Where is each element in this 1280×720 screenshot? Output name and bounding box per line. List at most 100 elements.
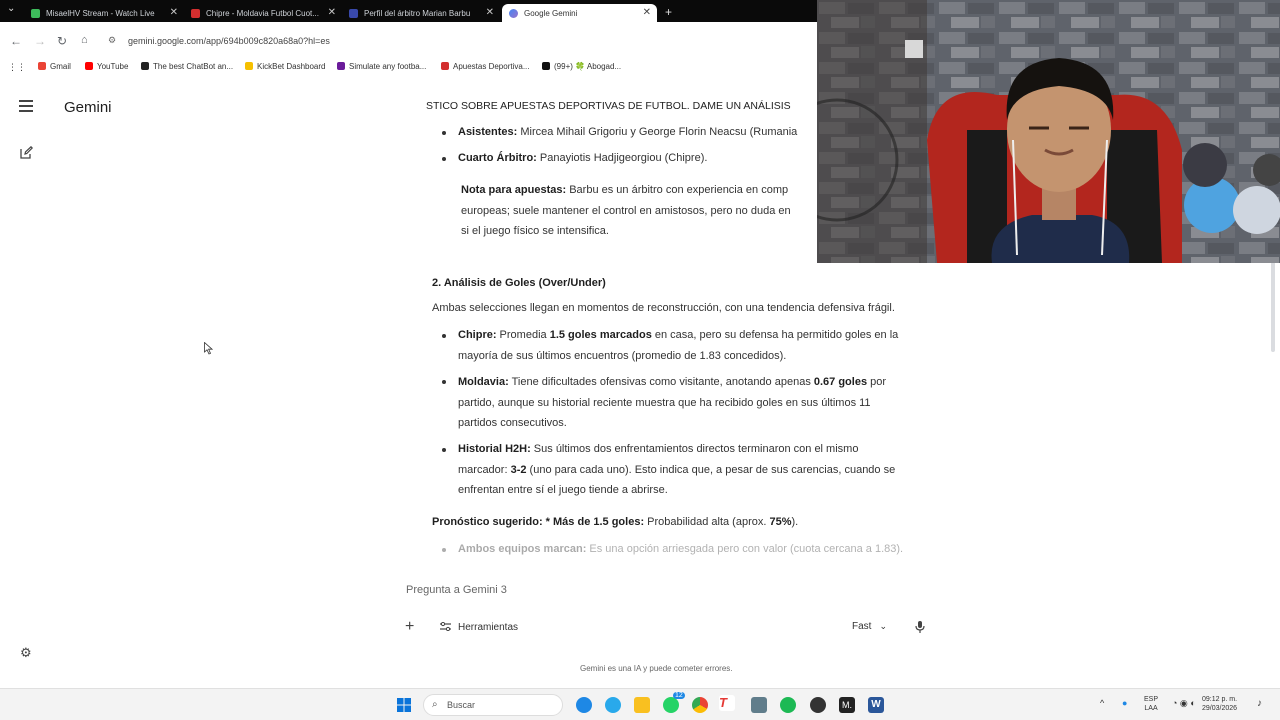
mouse-pointer-icon bbox=[204, 341, 214, 360]
bookmark-youtube[interactable]: YouTube bbox=[85, 62, 128, 71]
betting-note: Nota para apuestas: Barbu es un árbitro … bbox=[461, 180, 791, 242]
tab-misaelhv-stream[interactable]: MisaelHV Stream - Watch Live ✕ bbox=[24, 4, 184, 22]
tools-label: Herramientas bbox=[458, 622, 519, 633]
os-taskbar: ⌕ Buscar 12 T M. W ^ ● ESP LAA ◔ ◉ ◐ 09:… bbox=[0, 688, 1280, 720]
word-icon[interactable]: W bbox=[868, 697, 884, 713]
chatbot-icon bbox=[141, 62, 149, 70]
tray-clock[interactable]: 09:12 p. m. 29/03/2026 bbox=[1202, 695, 1237, 713]
section-heading: 2. Análisis de Goles (Over/Under) bbox=[432, 277, 606, 289]
page-scrollbar[interactable] bbox=[1271, 262, 1275, 352]
keyboard-language[interactable]: ESP LAA bbox=[1144, 695, 1158, 713]
spotify-icon[interactable] bbox=[780, 697, 796, 713]
typora-icon[interactable]: T bbox=[719, 695, 735, 711]
back-arrow-icon[interactable]: ← bbox=[10, 34, 22, 48]
main-menu-icon[interactable] bbox=[19, 100, 33, 115]
app-m-icon[interactable]: M. bbox=[839, 697, 855, 713]
close-tab-icon[interactable]: ✕ bbox=[486, 7, 494, 18]
tab-perfil-arbitro[interactable]: Perfil del árbitro Marian Barbu ✕ bbox=[342, 4, 500, 22]
bookmark-abogado[interactable]: (99+) 🍀 Abogad... bbox=[542, 62, 621, 71]
bookmark-label: The best ChatBot an... bbox=[153, 62, 234, 71]
list-label: Historial H2H: bbox=[458, 443, 531, 455]
edge-icon[interactable] bbox=[576, 697, 592, 713]
notifications-bell-icon[interactable]: ♪ bbox=[1257, 698, 1262, 709]
home-icon[interactable]: ⌂ bbox=[81, 34, 88, 46]
bookmark-label: Apuestas Deportiva... bbox=[453, 62, 530, 71]
bullet-dot bbox=[442, 131, 446, 135]
disclaimer-text: Gemini es una IA y puede cometer errores… bbox=[580, 664, 733, 673]
telegram-icon[interactable] bbox=[605, 697, 621, 713]
tray-network-sound-icon[interactable]: ◔ ◉ ◐ bbox=[1172, 698, 1196, 709]
tiktok-icon bbox=[542, 62, 550, 70]
list-text: en casa, pero su defensa ha permitido go… bbox=[651, 329, 899, 341]
mode-label: Fast bbox=[852, 621, 872, 632]
list-text: marcador: bbox=[458, 463, 511, 476]
gmail-icon bbox=[38, 62, 46, 70]
referee-favicon-icon bbox=[349, 9, 358, 18]
url-field[interactable]: gemini.google.com/app/694b009c820a68a0?h… bbox=[128, 36, 330, 46]
new-tab-button[interactable]: + bbox=[665, 5, 672, 19]
chrome-icon[interactable] bbox=[692, 697, 708, 713]
list-text: Es una opción arriesgada pero con valor … bbox=[586, 543, 904, 555]
section-intro: Ambas selecciones llegan en momentos de … bbox=[432, 302, 895, 314]
tray-microphone-icon[interactable]: ● bbox=[1122, 698, 1127, 708]
list-text: Promedia bbox=[496, 329, 550, 341]
apps-grid-icon[interactable]: ⋮⋮ bbox=[8, 62, 26, 73]
tab-search-chevron-icon[interactable]: ⌄ bbox=[7, 3, 15, 14]
list-label: Ambos equipos marcan: bbox=[458, 543, 587, 555]
list-text: por bbox=[867, 376, 887, 388]
windows-start-icon[interactable] bbox=[397, 698, 411, 717]
bookmark-gmail[interactable]: Gmail bbox=[38, 62, 71, 71]
chevron-down-icon: ⌄ bbox=[879, 621, 887, 631]
microphone-icon[interactable] bbox=[914, 620, 926, 639]
note-text: europeas; suele mantener el control en a… bbox=[461, 204, 791, 217]
taskbar-search-input[interactable]: ⌕ Buscar bbox=[423, 694, 563, 716]
bookmark-chatbot[interactable]: The best ChatBot an... bbox=[141, 62, 233, 71]
list-item-ambos: Ambos equipos marcan: Es una opción arri… bbox=[458, 539, 903, 560]
lang-code: ESP bbox=[1144, 696, 1159, 703]
new-chat-icon[interactable] bbox=[20, 145, 34, 164]
bullet-dot bbox=[442, 157, 446, 161]
bookmark-apuestas[interactable]: Apuestas Deportiva... bbox=[441, 62, 529, 71]
close-tab-icon[interactable]: ✕ bbox=[328, 7, 336, 18]
youtube-icon bbox=[85, 62, 93, 70]
site-info-icon[interactable]: ⚙ bbox=[108, 35, 116, 46]
tab-google-gemini[interactable]: Google Gemini ✕ bbox=[502, 4, 657, 22]
search-icon: ⌕ bbox=[432, 699, 438, 710]
close-tab-icon[interactable]: ✕ bbox=[170, 7, 178, 18]
whatsapp-icon[interactable] bbox=[663, 697, 679, 713]
bookmark-simulate[interactable]: Simulate any footba... bbox=[337, 62, 426, 71]
gemini-favicon-icon bbox=[509, 9, 518, 18]
close-tab-icon[interactable]: ✕ bbox=[643, 7, 651, 18]
bookmark-label: (99+) 🍀 Abogad... bbox=[554, 62, 622, 71]
prompt-input[interactable]: Pregunta a Gemini 3 bbox=[406, 584, 507, 596]
tab-chipre-moldavia[interactable]: Chipre - Moldavia Futbol Cuot... ✕ bbox=[184, 4, 342, 22]
betting-favicon-icon bbox=[191, 9, 200, 18]
list-text: partidos consecutivos. bbox=[458, 417, 567, 429]
calculator-icon[interactable] bbox=[751, 697, 767, 713]
bookmark-label: KickBet Dashboard bbox=[257, 62, 326, 71]
list-label: Asistentes: bbox=[458, 126, 518, 138]
list-text: enfrentan entre sí el juego tiende a abr… bbox=[458, 484, 668, 496]
reload-icon[interactable]: ↻ bbox=[57, 34, 67, 48]
user-query-text: STICO SOBRE APUESTAS DEPORTIVAS DE FUTBO… bbox=[426, 100, 791, 112]
note-label: Nota para apuestas: bbox=[461, 184, 567, 196]
simulate-icon bbox=[337, 62, 345, 70]
tools-sliders-icon bbox=[440, 622, 451, 631]
add-attachment-button[interactable]: + bbox=[405, 618, 414, 636]
tab-title: Chipre - Moldavia Futbol Cuot... bbox=[206, 9, 319, 18]
tools-button[interactable]: Herramientas bbox=[440, 622, 518, 633]
bookmark-kickbet[interactable]: KickBet Dashboard bbox=[245, 62, 325, 71]
tray-chevron-up-icon[interactable]: ^ bbox=[1100, 698, 1104, 708]
forward-arrow-icon[interactable]: → bbox=[34, 34, 46, 48]
model-mode-dropdown[interactable]: Fast ⌄ bbox=[852, 621, 887, 632]
list-item-moldavia: Moldavia: Tiene dificultades ofensivas c… bbox=[458, 372, 948, 434]
bullet-dot bbox=[442, 548, 446, 552]
clock-date: 29/03/2026 bbox=[1202, 705, 1238, 712]
obs-icon[interactable] bbox=[810, 697, 826, 713]
list-item-cuarto-arbitro: Cuarto Árbitro: Panayiotis Hadjigeorgiou… bbox=[458, 148, 707, 169]
forecast-percent: 75% bbox=[769, 516, 792, 528]
file-explorer-icon[interactable] bbox=[634, 697, 650, 713]
list-item-asistentes: Asistentes: Mircea Mihail Grigoriu y Geo… bbox=[458, 122, 797, 143]
note-text: si el juego físico se intensifica. bbox=[461, 225, 609, 237]
settings-gear-icon[interactable]: ⚙ bbox=[20, 645, 32, 661]
